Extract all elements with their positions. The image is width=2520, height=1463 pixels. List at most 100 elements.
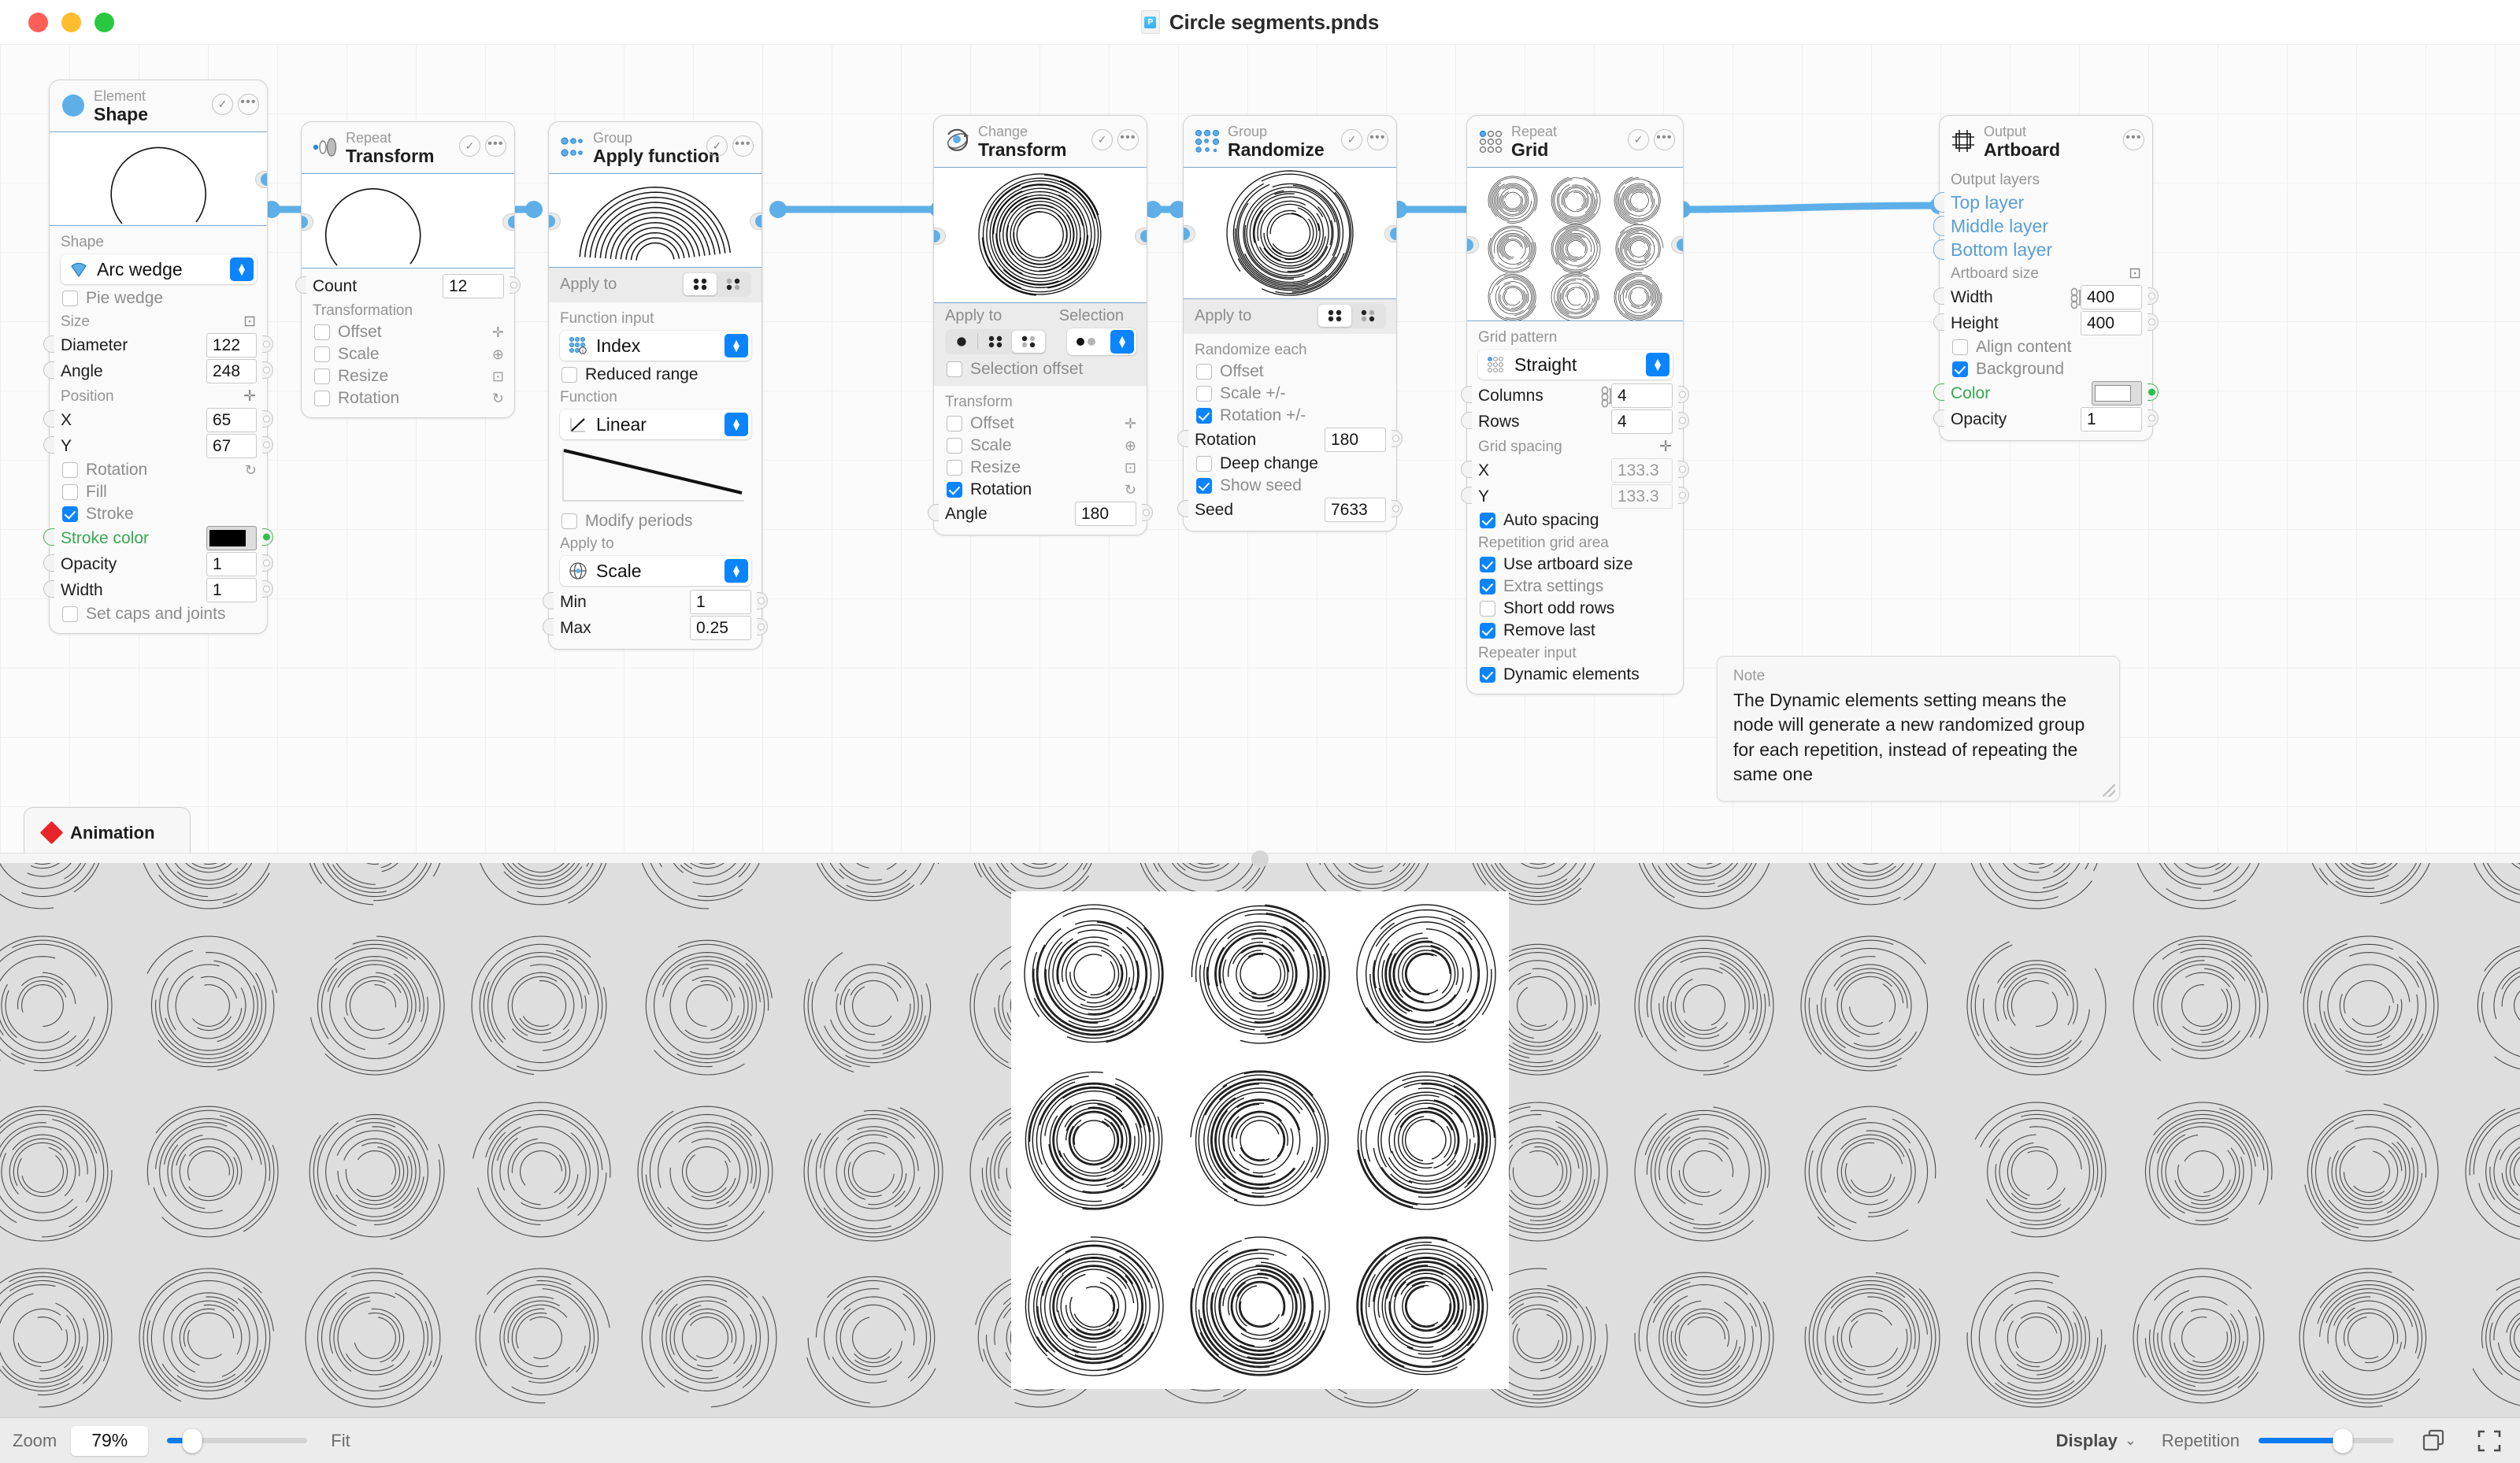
- columns-field[interactable]: 4: [1611, 383, 1673, 409]
- stroke-color-input-port[interactable]: [43, 528, 54, 546]
- count-field[interactable]: 12: [443, 274, 504, 299]
- rows-row[interactable]: Rows 4: [1461, 409, 1689, 435]
- zoom-value-field[interactable]: 79%: [71, 1425, 149, 1456]
- node-more-options-icon[interactable]: •••: [1117, 129, 1139, 150]
- node-randomize[interactable]: Group Randomize ✓ ••• Apply to Randomize…: [1177, 115, 1403, 532]
- y-input-port[interactable]: [43, 436, 54, 454]
- note-resize-grip[interactable]: [2103, 784, 2115, 798]
- zoom-slider[interactable]: [167, 1426, 308, 1456]
- chevron-updown-icon[interactable]: ▲ ▼: [724, 334, 748, 358]
- height-input-port[interactable]: [1933, 313, 1944, 331]
- rotation-output-port[interactable]: [1392, 430, 1403, 448]
- node-header[interactable]: Element Shape ✓ •••: [50, 80, 267, 131]
- note-card[interactable]: Note The Dynamic elements setting means …: [1717, 656, 2120, 802]
- node-header[interactable]: Repeat Grid ✓ •••: [1467, 116, 1683, 167]
- angle-output-port[interactable]: [262, 361, 273, 380]
- stroke-color-row[interactable]: Stroke color: [43, 525, 273, 551]
- node-more-options-icon[interactable]: •••: [238, 94, 259, 115]
- maximize-window-button[interactable]: [94, 12, 114, 32]
- fill-checkbox-row[interactable]: Fill: [50, 481, 267, 503]
- rotation-checkbox-row[interactable]: Rotation ↻: [302, 387, 514, 409]
- node-enable-checkmark-icon[interactable]: ✓: [212, 94, 233, 115]
- selection-offset-checkbox-row[interactable]: Selection offset: [945, 355, 1136, 380]
- angle-row[interactable]: Angle 248: [43, 358, 273, 384]
- close-window-button[interactable]: [28, 12, 48, 32]
- chevron-updown-icon[interactable]: ▲ ▼: [1646, 353, 1670, 377]
- caps-joints-checkbox-row[interactable]: Set caps and joints: [50, 603, 267, 625]
- x-field[interactable]: 65: [206, 408, 257, 433]
- count-output-port[interactable]: [510, 276, 521, 294]
- opacity-input-port[interactable]: [1933, 409, 1944, 428]
- apply-to-partial-option[interactable]: [1351, 305, 1384, 327]
- height-field[interactable]: 400: [2081, 311, 2142, 336]
- modify-periods-checkbox[interactable]: [561, 513, 577, 530]
- rotation-checkbox-row[interactable]: Rotation ↻: [50, 459, 267, 481]
- x-input-port[interactable]: [43, 410, 54, 428]
- spacing-x-output-port[interactable]: [1678, 461, 1689, 479]
- apply-to-all-option[interactable]: [684, 273, 717, 296]
- bottom-layer-input-port[interactable]: [1933, 239, 1944, 261]
- seed-field[interactable]: 7633: [1325, 498, 1386, 523]
- extra-settings-checkbox[interactable]: [1480, 579, 1495, 595]
- opacity-field[interactable]: 1: [206, 552, 257, 577]
- opacity-field[interactable]: 1: [2081, 407, 2142, 432]
- artboard-width-row[interactable]: Width 400: [1933, 284, 2159, 310]
- spacing-x-row[interactable]: X 133.3: [1461, 457, 1689, 483]
- node-header[interactable]: Output Artboard •••: [1940, 116, 2152, 167]
- width-input-port[interactable]: [43, 580, 54, 598]
- rotation-checkbox-row[interactable]: Rotation ↻: [934, 479, 1147, 501]
- chevron-updown-icon[interactable]: ▲ ▼: [724, 559, 748, 583]
- diameter-output-port[interactable]: [262, 335, 273, 354]
- rows-output-port[interactable]: [1678, 412, 1689, 430]
- offset-checkbox-row[interactable]: Offset ✛: [934, 413, 1147, 435]
- x-output-port[interactable]: [262, 410, 273, 428]
- spacing-x-field[interactable]: 133.3: [1611, 458, 1673, 483]
- min-input-port[interactable]: [543, 592, 554, 610]
- rotation-row[interactable]: Rotation 180: [1177, 427, 1403, 453]
- node-apply-function[interactable]: Group Apply function ✓ ••• Apply to Func…: [543, 121, 768, 650]
- fit-button[interactable]: Fit: [331, 1431, 350, 1451]
- link-chain-icon[interactable]: [2068, 286, 2081, 309]
- node-enable-checkmark-icon[interactable]: ✓: [1341, 129, 1362, 150]
- min-output-port[interactable]: [757, 592, 768, 610]
- apply-to-single-option[interactable]: [947, 331, 976, 353]
- columns-output-port[interactable]: [1678, 386, 1689, 404]
- scale-checkbox[interactable]: [947, 438, 962, 454]
- angle-input-port[interactable]: [928, 504, 939, 522]
- repetition-slider[interactable]: [2259, 1426, 2394, 1456]
- angle-field[interactable]: 248: [206, 359, 257, 384]
- function-input-select[interactable]: i Index ▲ ▼: [560, 331, 751, 361]
- apply-to-segmented-control[interactable]: [1317, 303, 1386, 329]
- dynamic-elements-checkbox-row[interactable]: Dynamic elements: [1467, 664, 1683, 686]
- selection-select[interactable]: ▲ ▼: [1067, 328, 1136, 356]
- apply-to-all-option[interactable]: [979, 331, 1012, 353]
- width-input-port[interactable]: [1933, 287, 1944, 306]
- chevron-updown-icon[interactable]: ▲ ▼: [724, 413, 748, 437]
- scale-checkbox-row[interactable]: Scale ⊕: [302, 343, 514, 365]
- show-seed-checkbox-row[interactable]: Show seed: [1184, 475, 1396, 497]
- color-input-port[interactable]: [1933, 383, 1944, 402]
- max-field[interactable]: 0.25: [690, 616, 751, 641]
- offset-checkbox[interactable]: [314, 324, 330, 341]
- scale-checkbox-row[interactable]: Scale ⊕: [934, 435, 1147, 457]
- top-layer-row[interactable]: Top layer: [1933, 191, 2152, 214]
- max-output-port[interactable]: [757, 618, 768, 636]
- scale-pm-checkbox[interactable]: [1196, 386, 1212, 402]
- pie-wedge-checkbox[interactable]: [62, 291, 78, 307]
- position-y-row[interactable]: Y 67: [43, 433, 273, 459]
- selection-offset-checkbox[interactable]: [947, 361, 962, 378]
- fill-checkbox[interactable]: [62, 484, 78, 501]
- node-grid[interactable]: Repeat Grid ✓ ••• Grid pattern Straight …: [1461, 115, 1689, 695]
- resize-checkbox[interactable]: [947, 460, 962, 476]
- node-more-options-icon[interactable]: •••: [1367, 129, 1388, 150]
- max-row[interactable]: Max 0.25: [543, 615, 768, 641]
- middle-layer-input-port[interactable]: [1933, 216, 1944, 237]
- node-enable-checkmark-icon[interactable]: ✓: [706, 135, 728, 157]
- align-content-checkbox[interactable]: [1952, 339, 1968, 356]
- offset-checkbox-row[interactable]: Offset ✛: [302, 321, 514, 343]
- spacing-y-row[interactable]: Y 133.3: [1461, 483, 1689, 509]
- angle-output-port[interactable]: [1142, 504, 1153, 522]
- stroke-checkbox-row[interactable]: Stroke: [50, 503, 267, 525]
- spacing-y-field[interactable]: 133.3: [1611, 484, 1673, 509]
- offset-checkbox[interactable]: [947, 416, 962, 432]
